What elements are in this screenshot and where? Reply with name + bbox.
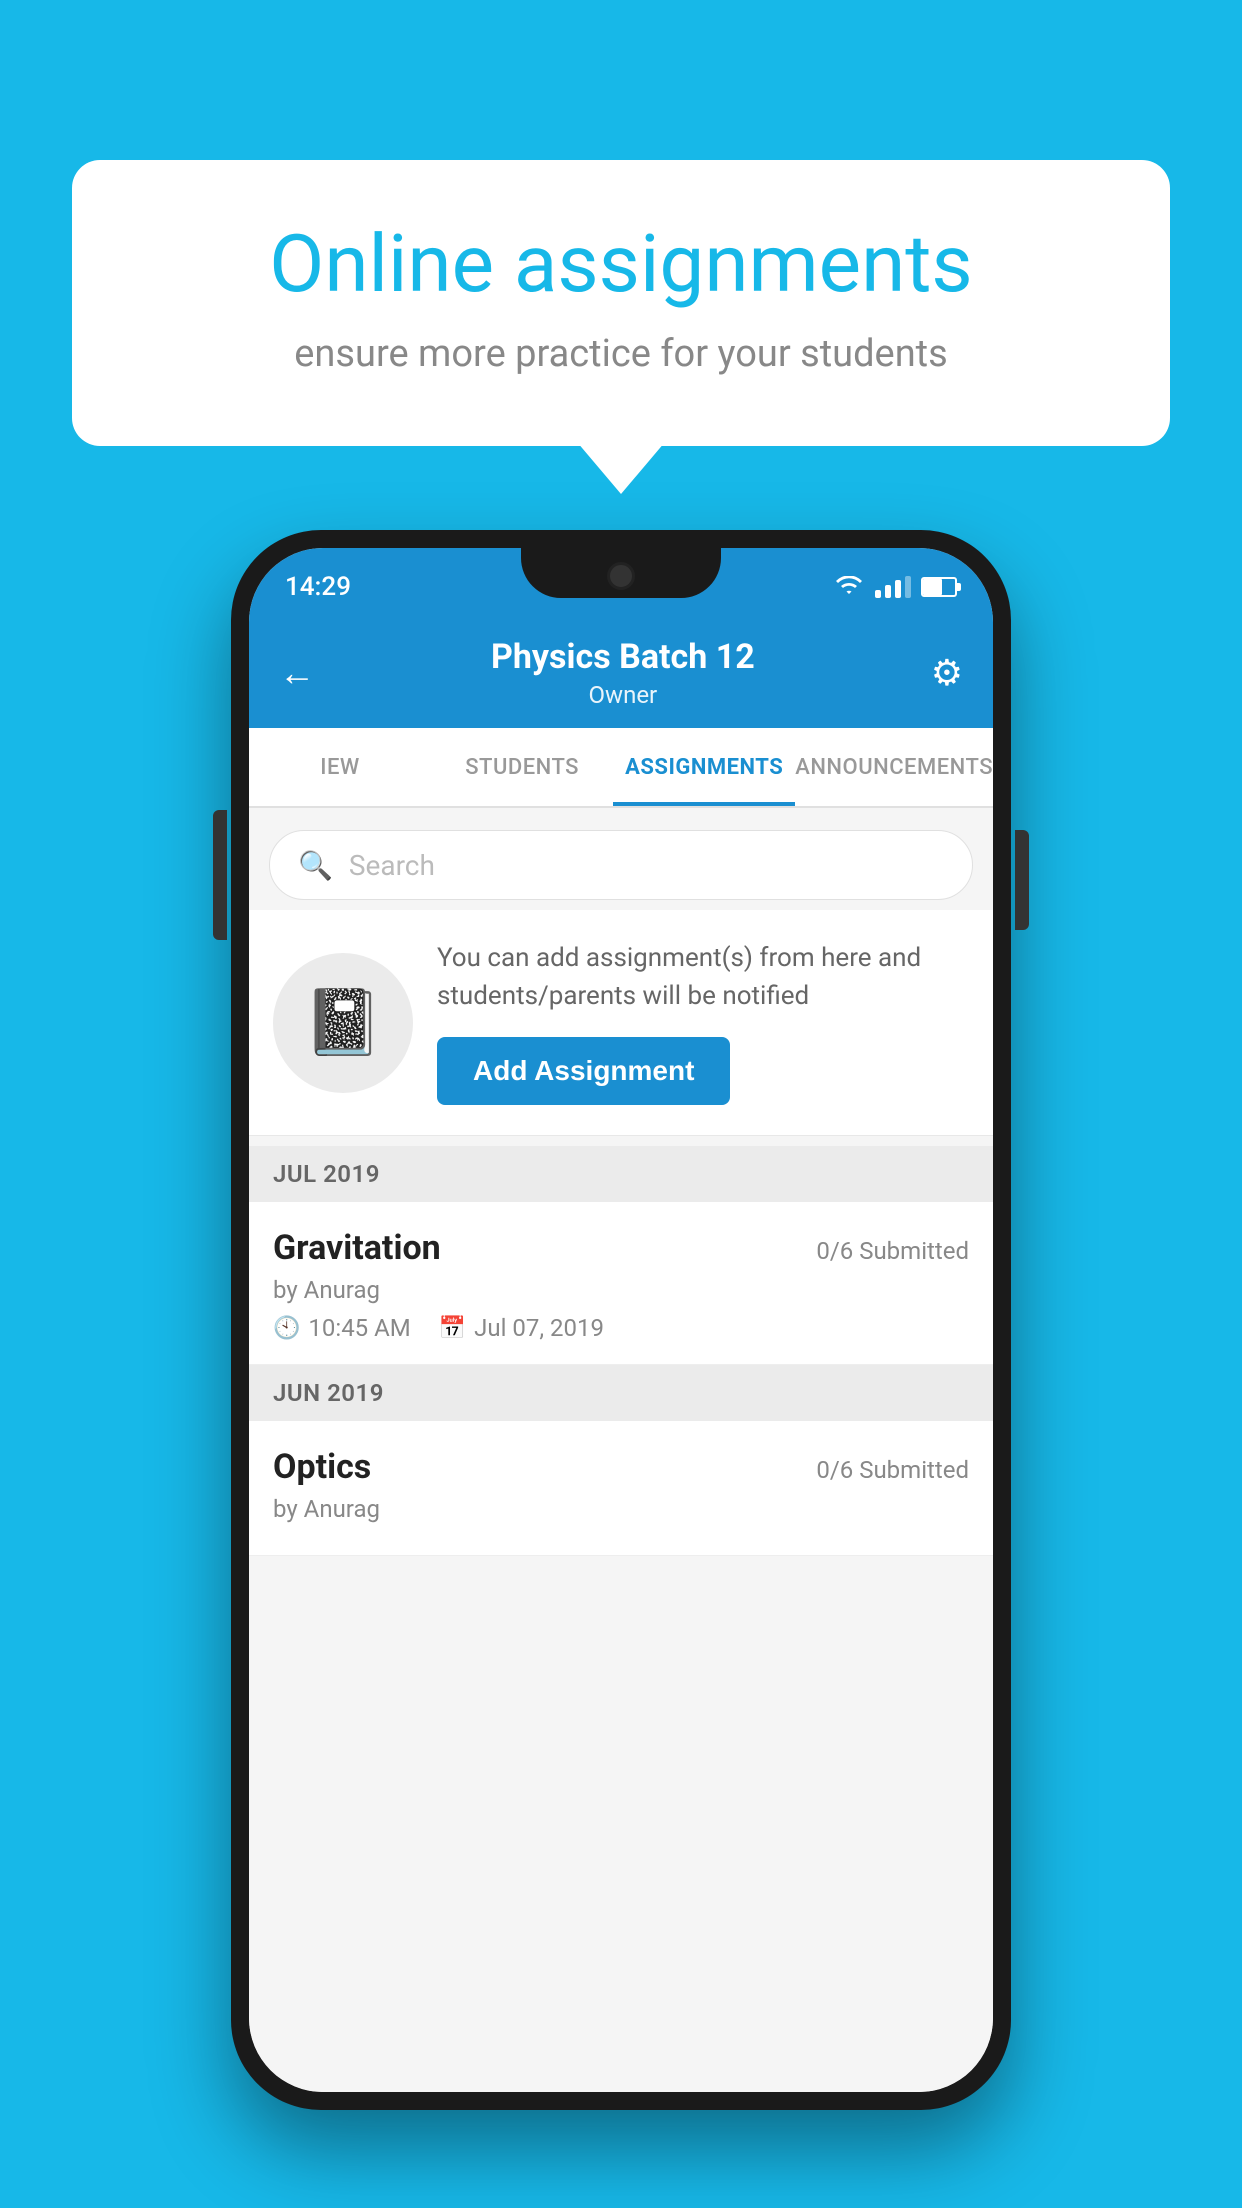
assignment-by-optics: by Anurag bbox=[273, 1495, 969, 1523]
assignment-time: 10:45 AM bbox=[308, 1314, 410, 1342]
assignment-by: by Anurag bbox=[273, 1276, 969, 1304]
header-subtitle: Owner bbox=[491, 681, 755, 709]
assignment-name-optics: Optics bbox=[273, 1447, 371, 1487]
search-icon: 🔍 bbox=[298, 849, 333, 882]
assignment-submitted: 0/6 Submitted bbox=[816, 1237, 969, 1265]
bubble-title: Online assignments bbox=[142, 220, 1100, 308]
assignment-item-optics[interactable]: Optics 0/6 Submitted by Anurag bbox=[249, 1421, 993, 1556]
content-area: 🔍 Search 📓 You can add assignment(s) fro… bbox=[249, 810, 993, 2092]
camera-cutout bbox=[607, 562, 635, 590]
assignment-top-row-optics: Optics 0/6 Submitted bbox=[273, 1447, 969, 1487]
phone-wrapper: 14:29 bbox=[231, 530, 1011, 2110]
info-description: You can add assignment(s) from here and … bbox=[437, 940, 969, 1015]
assignment-top-row: Gravitation 0/6 Submitted bbox=[273, 1228, 969, 1268]
phone-screen: 14:29 bbox=[249, 548, 993, 2092]
settings-button[interactable]: ⚙ bbox=[931, 652, 963, 694]
header-title: Physics Batch 12 bbox=[491, 637, 755, 677]
calendar-icon: 📅 bbox=[439, 1316, 466, 1341]
signal-bar-3 bbox=[895, 580, 901, 598]
assignment-meta: 🕙 10:45 AM 📅 Jul 07, 2019 bbox=[273, 1314, 969, 1342]
meta-time: 🕙 10:45 AM bbox=[273, 1314, 411, 1342]
section-header-jul: JUL 2019 bbox=[249, 1146, 993, 1202]
signal-bar-1 bbox=[875, 590, 881, 598]
assignment-submitted-optics: 0/6 Submitted bbox=[816, 1456, 969, 1484]
assignment-date: Jul 07, 2019 bbox=[474, 1314, 604, 1342]
tab-students[interactable]: STUDENTS bbox=[431, 728, 613, 806]
notebook-icon: 📓 bbox=[303, 985, 383, 1060]
search-bar[interactable]: 🔍 Search bbox=[269, 830, 973, 900]
wifi-icon bbox=[833, 576, 865, 598]
status-time: 14:29 bbox=[285, 564, 351, 602]
signal-bar-2 bbox=[885, 585, 891, 598]
meta-date: 📅 Jul 07, 2019 bbox=[439, 1314, 604, 1342]
battery-fill bbox=[923, 579, 942, 595]
signal-bar-4 bbox=[905, 576, 911, 598]
tabs-bar: IEW STUDENTS ASSIGNMENTS ANNOUNCEMENTS bbox=[249, 728, 993, 808]
add-assignment-button[interactable]: Add Assignment bbox=[437, 1037, 730, 1105]
info-card: 📓 You can add assignment(s) from here an… bbox=[249, 910, 993, 1136]
header-center: Physics Batch 12 Owner bbox=[491, 637, 755, 709]
back-button[interactable]: ← bbox=[279, 652, 315, 694]
assignment-name: Gravitation bbox=[273, 1228, 441, 1268]
app-header: ← Physics Batch 12 Owner ⚙ bbox=[249, 618, 993, 728]
info-text-block: You can add assignment(s) from here and … bbox=[437, 940, 969, 1105]
clock-icon: 🕙 bbox=[273, 1316, 300, 1341]
notch bbox=[521, 548, 721, 598]
tab-assignments[interactable]: ASSIGNMENTS bbox=[613, 728, 795, 806]
status-icons bbox=[833, 568, 957, 598]
phone-outer: 14:29 bbox=[231, 530, 1011, 2110]
search-placeholder: Search bbox=[349, 849, 435, 882]
tab-iew[interactable]: IEW bbox=[249, 728, 431, 806]
assignment-item-gravitation[interactable]: Gravitation 0/6 Submitted by Anurag 🕙 10… bbox=[249, 1202, 993, 1365]
section-header-jun: JUN 2019 bbox=[249, 1365, 993, 1421]
assignment-icon-circle: 📓 bbox=[273, 953, 413, 1093]
battery-icon bbox=[921, 577, 957, 597]
signal-bars bbox=[875, 576, 911, 598]
tab-announcements[interactable]: ANNOUNCEMENTS bbox=[795, 728, 993, 806]
bubble-subtitle: ensure more practice for your students bbox=[142, 332, 1100, 376]
speech-bubble-container: Online assignments ensure more practice … bbox=[72, 160, 1170, 446]
speech-bubble: Online assignments ensure more practice … bbox=[72, 160, 1170, 446]
